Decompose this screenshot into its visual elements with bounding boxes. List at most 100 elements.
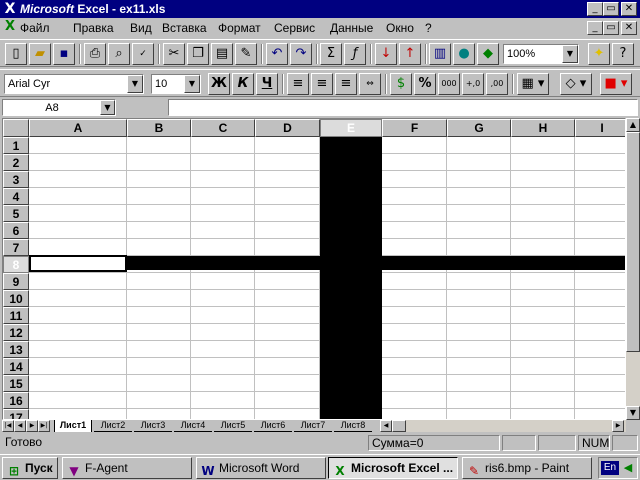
- close-button[interactable]: ✕: [621, 2, 637, 16]
- volume-icon[interactable]: ◀: [621, 461, 635, 475]
- undo-icon[interactable]: ↶: [266, 43, 288, 65]
- zoom-select[interactable]: 100% ▼: [503, 44, 579, 64]
- doc-restore-button[interactable]: ▭: [603, 21, 619, 35]
- column-header-f[interactable]: F: [382, 119, 447, 137]
- open-folder-icon[interactable]: ▰: [29, 43, 51, 65]
- help-pointer-icon[interactable]: ?: [612, 43, 634, 65]
- scroll-right-icon[interactable]: ▶: [612, 420, 624, 432]
- language-indicator[interactable]: En: [601, 461, 619, 475]
- task-word[interactable]: W Microsoft Word: [196, 457, 326, 479]
- redo-icon[interactable]: ↷: [290, 43, 312, 65]
- size-select[interactable]: 10 ▼: [151, 74, 201, 94]
- name-box-dropdown-icon[interactable]: ▼: [100, 100, 115, 115]
- selected-column-e[interactable]: [320, 137, 382, 419]
- format-painter-icon[interactable]: ✎: [235, 43, 257, 65]
- task-excel[interactable]: X Microsoft Excel ...: [328, 457, 458, 479]
- row-header-16[interactable]: 16: [3, 392, 29, 409]
- column-header-d[interactable]: D: [255, 119, 320, 137]
- copy-icon[interactable]: ❐: [187, 43, 209, 65]
- formula-input[interactable]: [168, 99, 638, 116]
- paste-icon[interactable]: ▤: [211, 43, 233, 65]
- font-color-icon[interactable]: ■ ▾: [600, 73, 632, 95]
- column-header-a[interactable]: A: [29, 119, 127, 137]
- menu-data[interactable]: Данные: [330, 21, 373, 35]
- thousands-button[interactable]: 000: [438, 73, 460, 95]
- scroll-up-icon[interactable]: ▲: [626, 118, 640, 132]
- menu-edit[interactable]: Правка: [73, 21, 114, 35]
- font-select[interactable]: Arial Cyr ▼: [4, 74, 144, 94]
- menu-tools[interactable]: Сервис: [274, 21, 315, 35]
- sheet-tab-3[interactable]: Лист3: [134, 420, 172, 432]
- row-header-10[interactable]: 10: [3, 290, 29, 307]
- row-header-12[interactable]: 12: [3, 324, 29, 341]
- last-sheet-icon[interactable]: ▶|: [38, 420, 50, 432]
- underline-button[interactable]: Ч: [256, 73, 278, 95]
- task-fagent[interactable]: ▼ F-Agent: [62, 457, 192, 479]
- row-header-6[interactable]: 6: [3, 222, 29, 239]
- row-header-8[interactable]: 8: [3, 256, 29, 273]
- percent-button[interactable]: %: [414, 73, 436, 95]
- excel-app-icon[interactable]: X: [2, 1, 18, 17]
- worksheet-grid[interactable]: A B C D E F G H I 1 2 3 4 5 6 7 8 9 10 1…: [2, 118, 626, 420]
- row-header-4[interactable]: 4: [3, 188, 29, 205]
- row-header-2[interactable]: 2: [3, 154, 29, 171]
- name-box[interactable]: A8 ▼: [2, 99, 116, 116]
- active-cell-a8[interactable]: [29, 255, 127, 272]
- row-header-14[interactable]: 14: [3, 358, 29, 375]
- row-header-1[interactable]: 1: [3, 137, 29, 154]
- tip-wizard-icon[interactable]: ✦: [588, 43, 610, 65]
- workbook-icon[interactable]: X: [3, 20, 17, 34]
- doc-minimize-button[interactable]: _: [587, 21, 603, 35]
- prev-sheet-icon[interactable]: ◀: [14, 420, 26, 432]
- save-icon[interactable]: ▪: [53, 43, 75, 65]
- sheet-tab-7[interactable]: Лист7: [294, 420, 332, 432]
- sheet-tab-8[interactable]: Лист8: [334, 420, 372, 432]
- borders-icon[interactable]: ▦ ▾: [517, 73, 549, 95]
- align-left-icon[interactable]: ≡: [287, 73, 309, 95]
- horizontal-scrollbar[interactable]: ◀ ▶: [380, 420, 626, 432]
- row-header-13[interactable]: 13: [3, 341, 29, 358]
- sheet-tab-6[interactable]: Лист6: [254, 420, 292, 432]
- chart-wizard-icon[interactable]: ▥: [429, 43, 451, 65]
- column-header-b[interactable]: B: [127, 119, 191, 137]
- map-icon[interactable]: ●: [453, 43, 475, 65]
- merge-center-icon[interactable]: ⇔: [359, 73, 381, 95]
- restore-button[interactable]: ▭: [603, 2, 619, 16]
- menu-format[interactable]: Формат: [218, 21, 261, 35]
- menu-file[interactable]: Файл: [20, 21, 50, 35]
- spelling-icon[interactable]: ✓: [132, 43, 154, 65]
- menu-window[interactable]: Окно: [386, 21, 414, 35]
- minimize-button[interactable]: _: [587, 2, 603, 16]
- start-button[interactable]: ⊞ Пуск: [2, 457, 58, 479]
- row-header-9[interactable]: 9: [3, 273, 29, 290]
- row-header-17[interactable]: 17: [3, 409, 29, 419]
- vertical-scrollbar[interactable]: ▲ ▼: [626, 118, 640, 420]
- fill-color-icon[interactable]: ◇ ▾: [560, 73, 592, 95]
- column-header-c[interactable]: C: [191, 119, 255, 137]
- menu-help[interactable]: ?: [425, 21, 432, 35]
- menu-insert[interactable]: Вставка: [162, 21, 207, 35]
- bold-button[interactable]: Ж: [208, 73, 230, 95]
- currency-icon[interactable]: $: [390, 73, 412, 95]
- sheet-tab-5[interactable]: Лист5: [214, 420, 252, 432]
- first-sheet-icon[interactable]: |◀: [2, 420, 14, 432]
- italic-button[interactable]: К: [232, 73, 254, 95]
- next-sheet-icon[interactable]: ▶: [26, 420, 38, 432]
- cut-icon[interactable]: ✂: [163, 43, 185, 65]
- increase-decimal-button[interactable]: +,0: [462, 73, 484, 95]
- select-all-button[interactable]: [3, 119, 29, 137]
- doc-close-button[interactable]: ✕: [621, 21, 637, 35]
- scroll-left-icon[interactable]: ◀: [380, 420, 392, 432]
- row-header-3[interactable]: 3: [3, 171, 29, 188]
- scroll-thumb[interactable]: [626, 132, 640, 352]
- column-header-h[interactable]: H: [511, 119, 575, 137]
- menu-view[interactable]: Вид: [130, 21, 152, 35]
- function-wizard-icon[interactable]: ƒ: [344, 43, 366, 65]
- autosum-icon[interactable]: Σ: [320, 43, 342, 65]
- align-right-icon[interactable]: ≡: [335, 73, 357, 95]
- size-dropdown-icon[interactable]: ▼: [184, 75, 200, 93]
- column-header-e[interactable]: E: [320, 119, 382, 137]
- decrease-decimal-button[interactable]: ,00: [486, 73, 508, 95]
- sort-ascending-icon[interactable]: ↓: [375, 43, 397, 65]
- column-header-i[interactable]: I: [575, 119, 625, 137]
